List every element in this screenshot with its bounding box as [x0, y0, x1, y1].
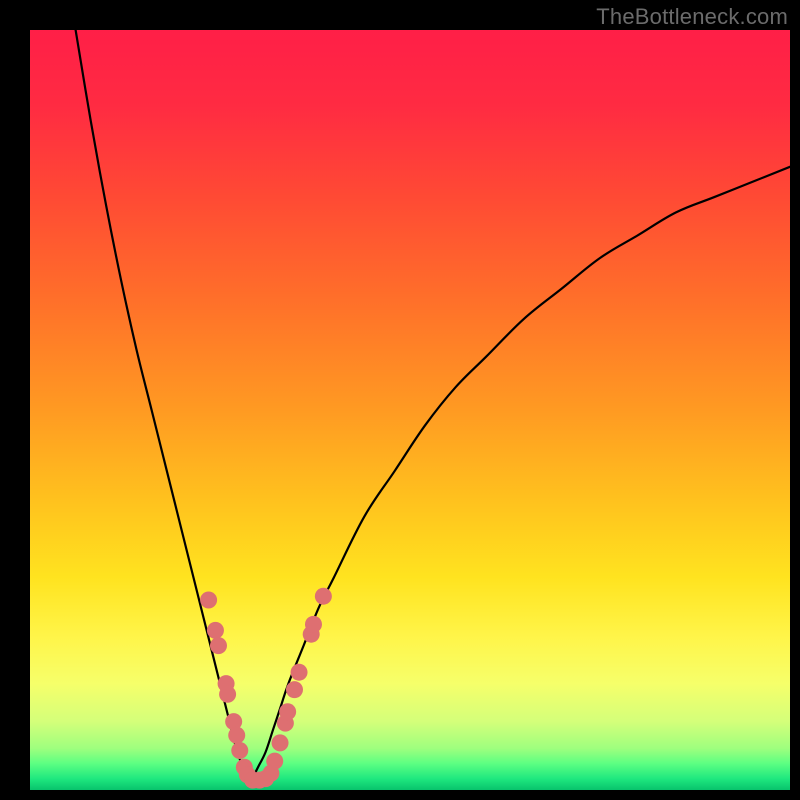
highlight-dot — [315, 588, 332, 605]
highlight-dot — [210, 637, 227, 654]
highlight-dot — [200, 592, 217, 609]
highlight-dot — [231, 742, 248, 759]
highlight-dot — [286, 681, 303, 698]
highlight-dot — [305, 616, 322, 633]
highlight-dot — [279, 703, 296, 720]
highlighted-points — [200, 588, 332, 789]
highlight-dot — [228, 727, 245, 744]
highlight-dot — [291, 664, 308, 681]
highlight-dot — [207, 622, 224, 639]
curve-layer — [30, 30, 790, 790]
highlight-dot — [272, 734, 289, 751]
highlight-dot — [219, 686, 236, 703]
chart-frame: TheBottleneck.com — [0, 0, 800, 800]
plot-area — [30, 30, 790, 790]
attribution-text: TheBottleneck.com — [596, 4, 788, 30]
curve-left-branch — [76, 30, 251, 782]
highlight-dot — [266, 753, 283, 770]
curve-right-branch — [250, 167, 790, 783]
